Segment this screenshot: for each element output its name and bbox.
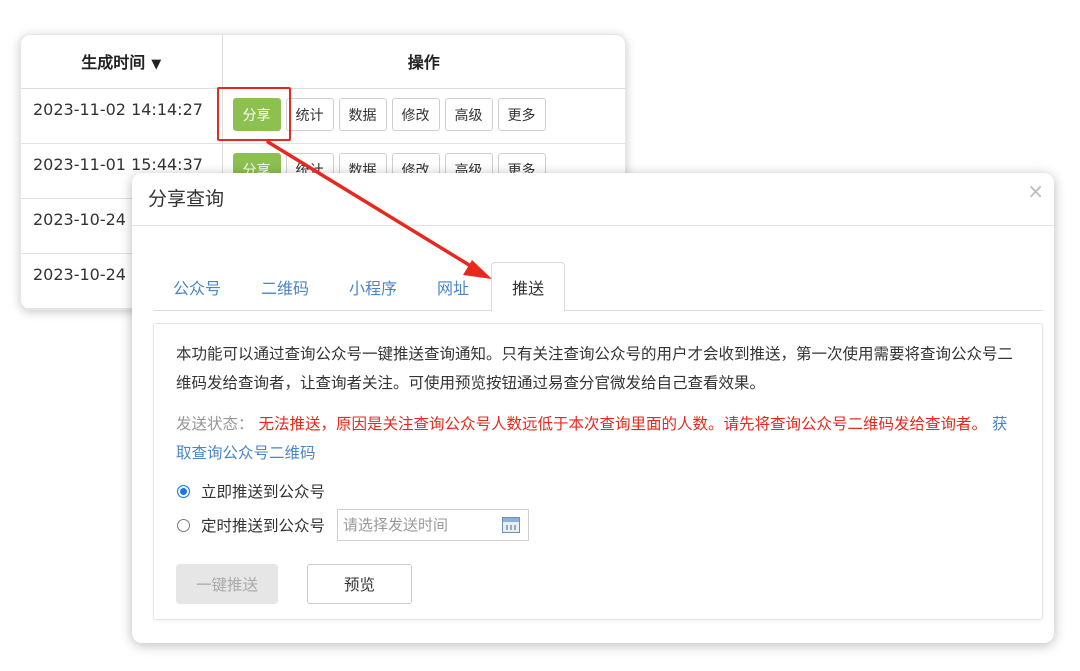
option-scheduled-label[interactable]: 定时推送到公众号 (201, 514, 325, 536)
tab-mini-program[interactable]: 小程序 (329, 262, 417, 311)
column-header-time[interactable]: 生成时间 ▼ (21, 35, 223, 89)
push-actions: 一键推送 预览 (176, 564, 1020, 604)
column-header-ops: 操作 (222, 35, 625, 89)
share-tabs: 公众号 二维码 小程序 网址 推送 (153, 262, 1043, 312)
tab-url[interactable]: 网址 (417, 262, 489, 311)
advanced-button[interactable]: 高级 (444, 98, 493, 131)
row-time: 2023-11-02 14:14:27 (21, 88, 223, 144)
one-click-push-button: 一键推送 (176, 564, 279, 604)
tab-qrcode[interactable]: 二维码 (241, 262, 329, 311)
send-time-input[interactable] (343, 516, 494, 534)
push-description: 本功能可以通过查询公众号一键推送查询通知。只有关注查询公众号的用户才会收到推送，… (176, 345, 1014, 392)
table-row: 2023-11-02 14:14:27 分享 统计 数据 修改 高级 更多 (21, 88, 625, 144)
share-query-dialog: 分享查询 × 公众号 二维码 小程序 网址 推送 本功能可以通过查询公众号一键推… (132, 173, 1054, 643)
status-message: 无法推送，原因是关注查询公众号人数远低于本次查询里面的人数。请先将查询公众号二维… (258, 415, 987, 433)
preview-button[interactable]: 预览 (307, 564, 413, 604)
option-immediate-label[interactable]: 立即推送到公众号 (201, 480, 325, 502)
sort-desc-icon[interactable]: ▼ (151, 57, 161, 72)
option-immediate[interactable]: 立即推送到公众号 (176, 476, 1020, 506)
tab-push[interactable]: 推送 (491, 262, 566, 312)
option-scheduled[interactable]: 定时推送到公众号 (176, 509, 1020, 541)
send-time-field[interactable] (337, 509, 530, 541)
push-panel: 本功能可以通过查询公众号一键推送查询通知。只有关注查询公众号的用户才会收到推送，… (153, 323, 1043, 620)
dialog-title: 分享查询 (148, 188, 225, 210)
stats-button[interactable]: 统计 (285, 98, 334, 131)
close-icon[interactable]: × (1027, 179, 1044, 203)
radio-scheduled[interactable] (177, 518, 190, 532)
column-header-time-label: 生成时间 (81, 53, 146, 73)
status-label: 发送状态： (176, 415, 254, 433)
share-button-highlight (217, 87, 291, 141)
tab-official-account[interactable]: 公众号 (153, 262, 241, 311)
radio-immediate[interactable] (177, 484, 190, 498)
dialog-header: 分享查询 × (132, 173, 1054, 226)
more-button[interactable]: 更多 (497, 98, 546, 131)
calendar-icon[interactable] (502, 517, 521, 533)
data-button[interactable]: 数据 (338, 98, 387, 131)
push-status: 发送状态： 无法推送，原因是关注查询公众号人数远低于本次查询里面的人数。请先将查… (176, 410, 1020, 468)
edit-button[interactable]: 修改 (391, 98, 440, 131)
